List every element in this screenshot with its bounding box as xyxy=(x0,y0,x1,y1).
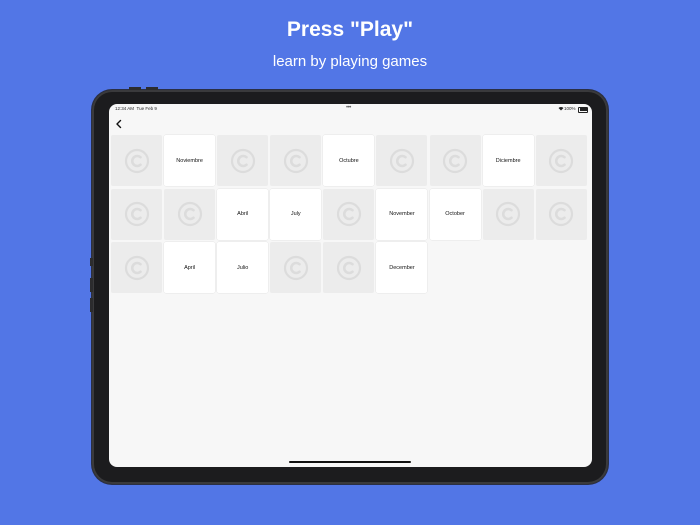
card-face-down[interactable] xyxy=(111,135,162,186)
card-face-up[interactable]: Abril xyxy=(217,188,269,240)
card-face-down[interactable] xyxy=(323,242,375,294)
card-face-up[interactable]: July xyxy=(270,188,322,240)
home-indicator[interactable] xyxy=(289,461,411,463)
card-label: Noviembre xyxy=(176,157,203,164)
card-face-down[interactable] xyxy=(429,135,481,186)
copyright-circle-icon xyxy=(230,148,255,173)
card-face-down[interactable] xyxy=(323,188,375,240)
battery-percent: 100% xyxy=(564,106,576,111)
card-face-up[interactable]: Octubre xyxy=(323,135,375,186)
tablet-screen: 12:34 AM Tue Feb 9 ••• 100% Noviembre Oct… xyxy=(109,104,592,467)
card-face-down[interactable] xyxy=(111,242,162,294)
card-face-up[interactable]: November xyxy=(376,188,428,240)
battery-icon xyxy=(578,106,588,113)
card-face-down[interactable] xyxy=(535,188,587,240)
card-face-up[interactable]: Julio xyxy=(217,242,269,294)
status-date-value: Tue Feb 9 xyxy=(136,106,157,111)
copyright-circle-icon xyxy=(283,148,308,173)
top-button xyxy=(146,87,158,90)
card-face-up[interactable]: Noviembre xyxy=(164,135,216,186)
volume-button xyxy=(90,258,93,266)
status-time-value: 12:34 AM xyxy=(115,106,135,111)
copyright-circle-icon xyxy=(549,148,574,173)
card-label: December xyxy=(389,264,415,271)
copyright-circle-icon xyxy=(336,201,361,227)
copyright-circle-icon xyxy=(124,255,149,280)
copyright-circle-icon xyxy=(177,201,202,227)
card-face-down[interactable] xyxy=(164,188,216,240)
card-face-up[interactable]: April xyxy=(164,242,216,294)
card-label: Julio xyxy=(237,264,249,271)
card-label: Abril xyxy=(237,211,249,218)
card-label: Diciembre xyxy=(495,157,521,164)
multitasking-dots-icon[interactable]: ••• xyxy=(346,105,351,111)
card-face-down[interactable] xyxy=(111,188,162,240)
card-face-down[interactable] xyxy=(482,188,534,240)
card-label: Octubre xyxy=(339,157,359,164)
card-face-down[interactable] xyxy=(270,135,322,186)
card-face-up[interactable]: October xyxy=(429,188,481,240)
back-button[interactable] xyxy=(113,118,125,130)
status-time: 12:34 AM Tue Feb 9 xyxy=(115,106,157,111)
volume-button xyxy=(90,298,93,312)
card-label: July xyxy=(290,211,301,218)
copyright-circle-icon xyxy=(442,148,468,173)
card-face-down[interactable] xyxy=(376,135,428,186)
top-button xyxy=(129,87,141,90)
status-bar: 12:34 AM Tue Feb 9 ••• 100% xyxy=(109,104,592,114)
card-face-up[interactable]: December xyxy=(376,242,428,294)
promo-title: Press "Play" xyxy=(286,18,414,41)
card-face-down[interactable] xyxy=(270,242,322,294)
card-face-down[interactable] xyxy=(535,135,587,186)
card-face-up[interactable]: Diciembre xyxy=(482,135,534,186)
card-face-down[interactable] xyxy=(217,135,269,186)
card-grid: Noviembre Octubre Diciembre Abril July Novemb… xyxy=(111,135,591,294)
copyright-circle-icon xyxy=(336,255,361,280)
copyright-circle-icon xyxy=(496,201,521,227)
copyright-circle-icon xyxy=(124,201,149,227)
card-label: October xyxy=(445,211,465,218)
copyright-circle-icon xyxy=(549,201,574,227)
volume-button xyxy=(90,278,93,292)
copyright-circle-icon xyxy=(124,148,149,173)
card-label: November xyxy=(389,211,415,218)
promo-subtitle: learn by playing games xyxy=(272,53,428,70)
chevron-left-icon xyxy=(116,119,122,129)
card-label: April xyxy=(184,264,196,271)
copyright-circle-icon xyxy=(283,255,308,280)
copyright-circle-icon xyxy=(389,148,415,173)
